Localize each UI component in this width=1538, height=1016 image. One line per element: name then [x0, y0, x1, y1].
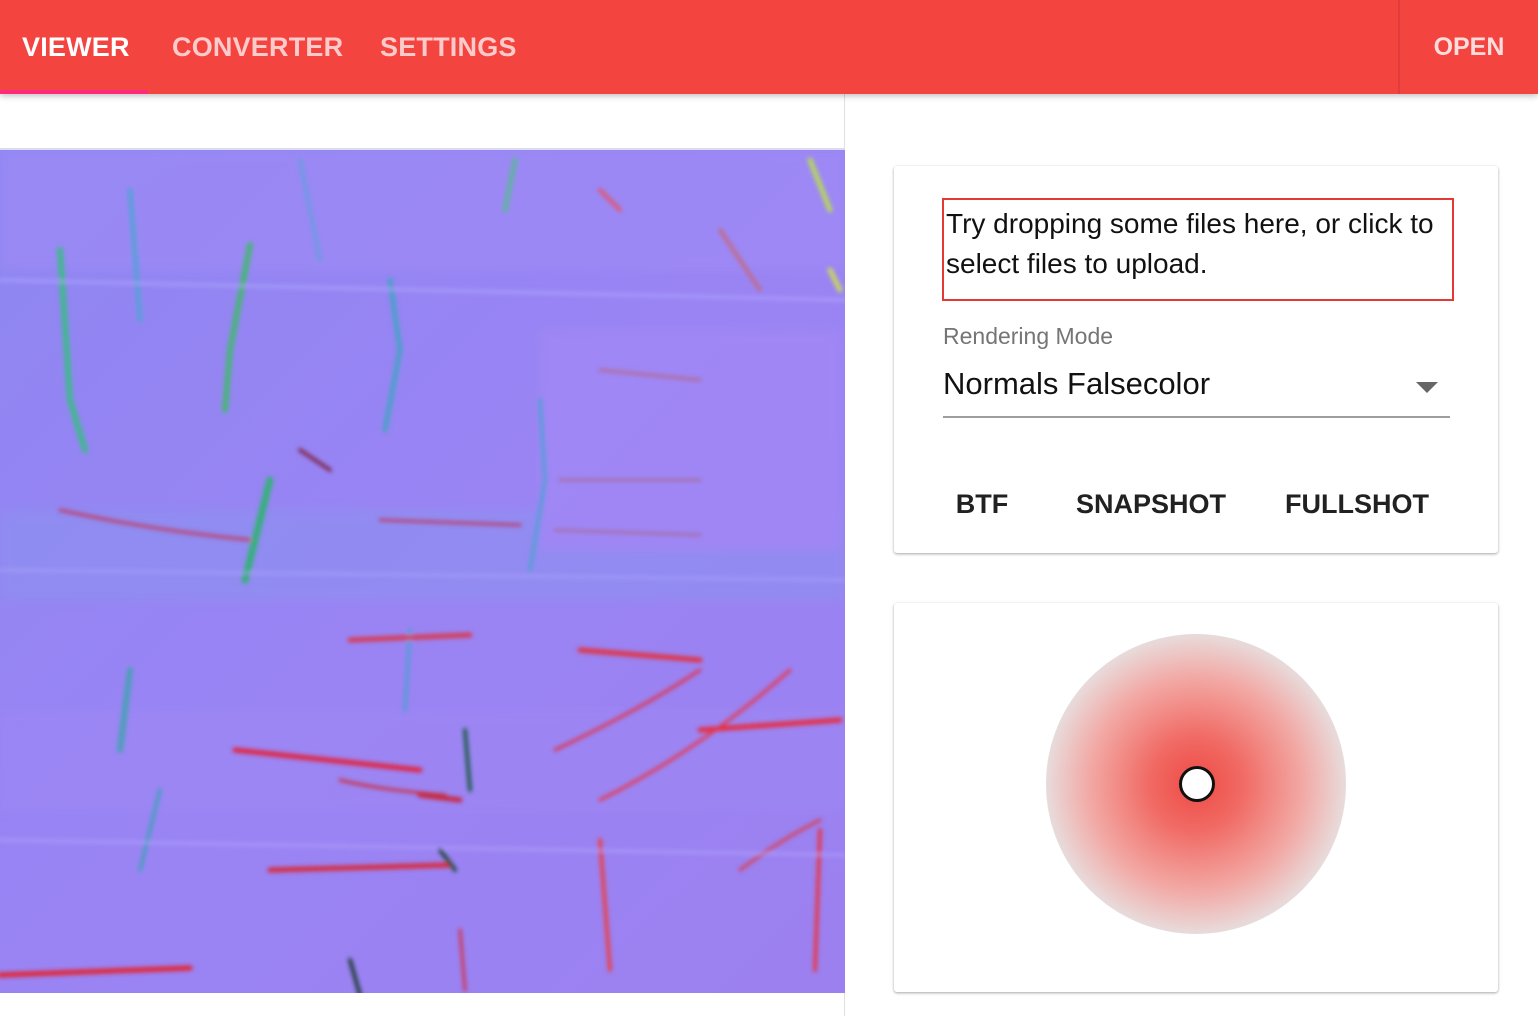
app-bar: VIEWER CONVERTER SETTINGS OPEN — [0, 0, 1538, 94]
controls-card: Try dropping some files here, or click t… — [894, 166, 1498, 553]
rendering-mode-label: Rendering Mode — [943, 323, 1114, 349]
light-direction-handle[interactable] — [1179, 766, 1215, 802]
active-tab-indicator — [0, 90, 148, 94]
tab-viewer[interactable]: VIEWER — [22, 0, 130, 94]
snapshot-button[interactable]: SNAPSHOT — [1064, 479, 1238, 529]
normal-map-render — [0, 150, 845, 993]
rendering-mode-select[interactable]: Normals Falsecolor — [943, 362, 1450, 418]
fullshot-button[interactable]: FULLSHOT — [1276, 479, 1438, 529]
dropdown-arrow-icon — [1416, 382, 1438, 393]
render-canvas[interactable] — [0, 148, 845, 993]
file-dropzone[interactable]: Try dropping some files here, or click t… — [942, 198, 1454, 301]
tab-settings[interactable]: SETTINGS — [380, 0, 517, 94]
light-direction-pad[interactable] — [1046, 634, 1346, 934]
btf-button[interactable]: BTF — [942, 479, 1022, 529]
rendering-mode-value: Normals Falsecolor — [943, 366, 1211, 401]
light-direction-card — [894, 603, 1498, 992]
tab-converter[interactable]: CONVERTER — [172, 0, 343, 94]
open-button[interactable]: OPEN — [1400, 0, 1538, 94]
viewer-pane — [0, 94, 845, 1016]
